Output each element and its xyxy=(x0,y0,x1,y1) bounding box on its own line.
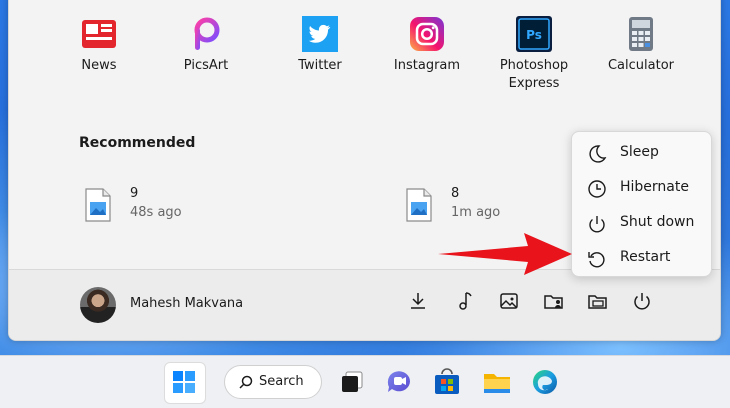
app-label: Calculator xyxy=(607,58,674,73)
recommended-heading: Recommended xyxy=(79,135,196,151)
app-label: Instagram xyxy=(393,58,461,73)
recommended-item-time: 48s ago xyxy=(130,205,182,220)
restart-icon xyxy=(588,252,605,268)
power-menu: Sleep Hibernate Shut down Restart xyxy=(571,131,712,277)
image-file-icon xyxy=(85,188,111,222)
recommended-item[interactable]: 9 48s ago xyxy=(85,186,235,228)
downloads-icon[interactable] xyxy=(407,290,429,312)
file-explorer-icon[interactable] xyxy=(480,365,514,399)
power-option-restart[interactable]: Restart xyxy=(572,241,711,275)
pinned-app-instagram[interactable]: Instagram xyxy=(377,16,477,75)
svg-text:Ps: Ps xyxy=(526,28,542,42)
avatar[interactable] xyxy=(80,287,116,323)
pinned-app-photoshop-express[interactable]: Ps Photoshop Express xyxy=(484,16,584,93)
edge-browser-icon[interactable] xyxy=(528,365,562,399)
music-icon[interactable] xyxy=(453,290,475,312)
recommended-item[interactable]: 8 1m ago xyxy=(406,186,556,228)
power-option-label: Restart xyxy=(620,249,671,265)
start-footer: Mahesh Makvana xyxy=(9,269,720,340)
pinned-app-twitter[interactable]: Twitter xyxy=(270,16,370,75)
file-explorer-icon[interactable] xyxy=(587,290,609,312)
search-label: Search xyxy=(259,374,304,389)
picsart-icon xyxy=(194,17,220,50)
power-option-hibernate[interactable]: Hibernate xyxy=(572,171,711,205)
app-label-line2: Express xyxy=(508,76,560,91)
calculator-icon xyxy=(629,17,653,51)
pinned-app-calculator[interactable]: Calculator xyxy=(591,16,691,75)
power-option-label: Hibernate xyxy=(620,179,689,195)
teams-chat-icon[interactable] xyxy=(382,365,416,399)
user-name[interactable]: Mahesh Makvana xyxy=(130,296,243,311)
taskbar-search[interactable]: Search xyxy=(224,365,322,399)
image-file-icon xyxy=(406,188,432,222)
pinned-apps: News PicsArt Twitter Instagram Ps Photos… xyxy=(49,16,709,96)
power-icon[interactable] xyxy=(631,290,653,312)
pinned-app-news[interactable]: News xyxy=(49,16,149,75)
power-option-label: Sleep xyxy=(620,144,659,160)
power-option-sleep[interactable]: Sleep xyxy=(572,136,711,170)
recommended-item-name: 9 xyxy=(130,186,139,201)
news-icon xyxy=(82,20,116,48)
windows-start-icon[interactable] xyxy=(167,365,201,399)
task-view-icon[interactable] xyxy=(336,365,370,399)
app-label: Twitter xyxy=(298,58,342,73)
moon-icon xyxy=(589,145,607,163)
taskbar: Search xyxy=(0,355,730,408)
twitter-icon xyxy=(302,16,338,52)
recommended-item-name: 8 xyxy=(451,186,460,201)
red-arrow-annotation xyxy=(438,233,572,275)
app-label-line1: Photoshop xyxy=(499,58,569,73)
recommended-item-time: 1m ago xyxy=(451,205,501,220)
power-option-label: Shut down xyxy=(620,214,695,230)
search-icon xyxy=(239,375,253,389)
photoshop-icon: Ps xyxy=(516,16,552,52)
pinned-app-picsart[interactable]: PicsArt xyxy=(156,16,256,75)
app-label: News xyxy=(81,58,117,73)
power-option-shut-down[interactable]: Shut down xyxy=(572,206,711,240)
pictures-icon[interactable] xyxy=(498,290,520,312)
power-icon xyxy=(589,216,605,233)
clock-icon xyxy=(588,180,606,198)
app-label: PicsArt xyxy=(183,58,229,73)
microsoft-store-icon[interactable] xyxy=(430,365,464,399)
instagram-icon xyxy=(410,17,444,51)
user-folder-icon[interactable] xyxy=(543,290,565,312)
